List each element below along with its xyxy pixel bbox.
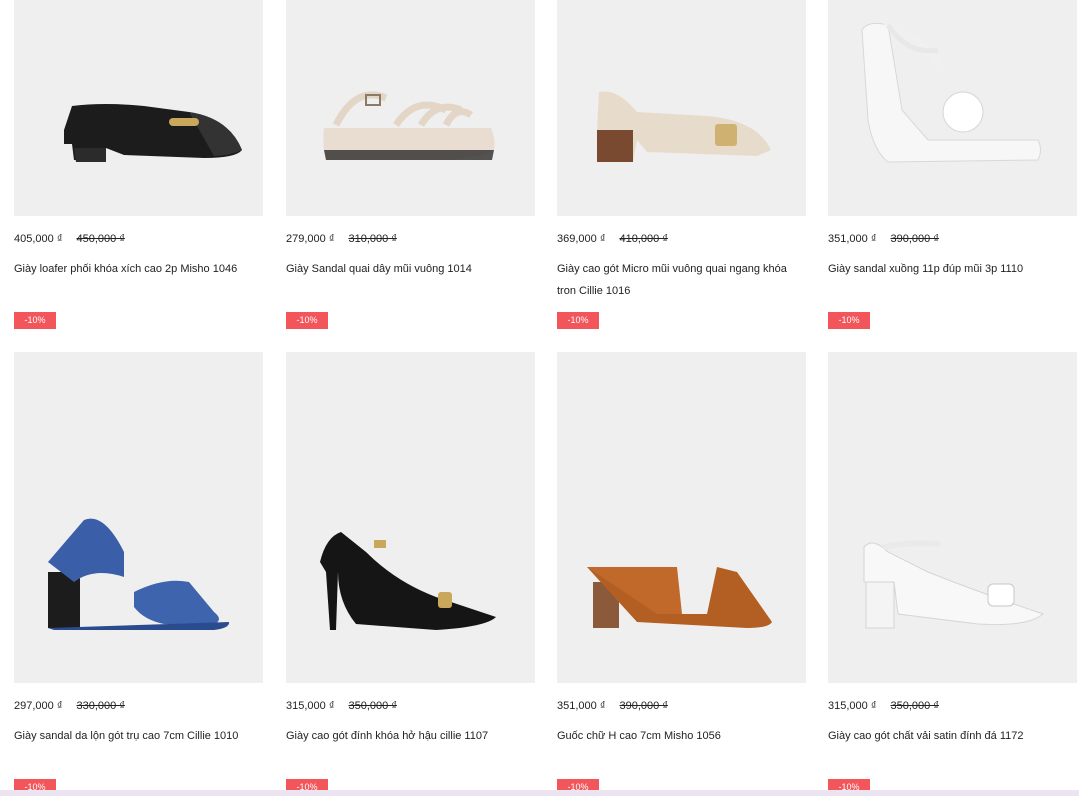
price-line: 351,000 ₫ 390,000 ₫	[828, 232, 1077, 246]
bottom-bar	[0, 790, 1079, 796]
product-image[interactable]	[828, 0, 1077, 216]
product-image[interactable]	[286, 352, 535, 683]
discount-badge: -10%	[286, 312, 328, 329]
product-grid: 405,000 ₫ 450,000 ₫ Giày loafer phối khóa…	[0, 0, 1079, 796]
discount-badge: -10%	[14, 312, 56, 329]
product-image[interactable]	[286, 0, 535, 216]
current-price: 351,000 ₫	[557, 700, 606, 712]
product-card[interactable]: 405,000 ₫ 450,000 ₫ Giày loafer phối khóa…	[14, 0, 263, 329]
old-price: 390,000 ₫	[619, 700, 668, 712]
product-image[interactable]	[557, 0, 806, 216]
price-line: 315,000 ₫ 350,000 ₫	[286, 699, 535, 713]
white-wedge-sandal-image	[861, 17, 1041, 163]
black-slingback-heel-image	[320, 532, 496, 630]
current-price: 369,000 ₫	[557, 233, 606, 245]
current-price: 315,000 ₫	[286, 700, 335, 712]
product-name[interactable]: Giày cao gót Micro mũi vuông quai ngang …	[557, 258, 806, 302]
price-line: 315,000 ₫ 350,000 ₫	[828, 699, 1077, 713]
current-price: 279,000 ₫	[286, 233, 335, 245]
beige-strappy-sandal-image	[323, 91, 495, 160]
product-name[interactable]: Giày cao gót chất vải satin đính đá 1172	[828, 725, 1077, 747]
product-name[interactable]: Giày cao gót đính khóa hở hậu cillie 110…	[286, 725, 535, 747]
product-name[interactable]: Giày sandal da lộn gót trụ cao 7cm Cilli…	[14, 725, 263, 747]
product-card[interactable]: 279,000 ₫ 310,000 ₫ Giày Sandal quai dây …	[286, 0, 535, 329]
old-price: 350,000 ₫	[348, 700, 397, 712]
product-image[interactable]	[14, 0, 263, 216]
price-line: 351,000 ₫ 390,000 ₫	[557, 699, 806, 713]
old-price: 350,000 ₫	[890, 700, 939, 712]
current-price: 351,000 ₫	[828, 233, 877, 245]
product-name[interactable]: Giày sandal xuồng 11p đúp mũi 3p 1110	[828, 258, 1077, 280]
product-card[interactable]: 351,000 ₫ 390,000 ₫ Giày sandal xuồng 11p…	[828, 0, 1077, 329]
current-price: 405,000 ₫	[14, 233, 63, 245]
product-image[interactable]	[557, 352, 806, 683]
product-name[interactable]: Giày Sandal quai dây mũi vuông 1014	[286, 258, 535, 280]
product-card[interactable]: 351,000 ₫ 390,000 ₫ Guốc chữ H cao 7cm Mi…	[557, 352, 806, 796]
discount-badge: -10%	[828, 312, 870, 329]
product-name[interactable]: Giày loafer phối khóa xích cao 2p Misho …	[14, 258, 263, 280]
old-price: 310,000 ₫	[348, 233, 397, 245]
product-name[interactable]: Guốc chữ H cao 7cm Misho 1056	[557, 725, 806, 747]
current-price: 297,000 ₫	[14, 700, 63, 712]
blue-elastic-sandal-image	[48, 518, 230, 630]
product-image[interactable]	[14, 352, 263, 683]
product-card[interactable]: 315,000 ₫ 350,000 ₫ Giày cao gót đính khó…	[286, 352, 535, 796]
white-ankle-strap-heel-image	[863, 540, 1044, 629]
discount-badge: -10%	[557, 312, 599, 329]
old-price: 450,000 ₫	[76, 233, 125, 245]
product-card[interactable]: 297,000 ₫ 330,000 ₫ Giày sandal da lộn gó…	[14, 352, 263, 796]
price-line: 369,000 ₫ 410,000 ₫	[557, 232, 806, 246]
black-loafer-image	[64, 104, 242, 162]
price-line: 279,000 ₫ 310,000 ₫	[286, 232, 535, 246]
brown-h-strap-mule-image	[587, 567, 772, 628]
current-price: 315,000 ₫	[828, 700, 877, 712]
product-card[interactable]: 315,000 ₫ 350,000 ₫ Giày cao gót chất vải…	[828, 352, 1077, 796]
price-line: 405,000 ₫ 450,000 ₫	[14, 232, 263, 246]
old-price: 390,000 ₫	[890, 233, 939, 245]
product-image[interactable]	[828, 352, 1077, 683]
cream-block-heel-pump-image	[597, 91, 771, 162]
price-line: 297,000 ₫ 330,000 ₫	[14, 699, 263, 713]
old-price: 410,000 ₫	[619, 233, 668, 245]
product-card[interactable]: 369,000 ₫ 410,000 ₫ Giày cao gót Micro mũ…	[557, 0, 806, 329]
old-price: 330,000 ₫	[76, 700, 125, 712]
